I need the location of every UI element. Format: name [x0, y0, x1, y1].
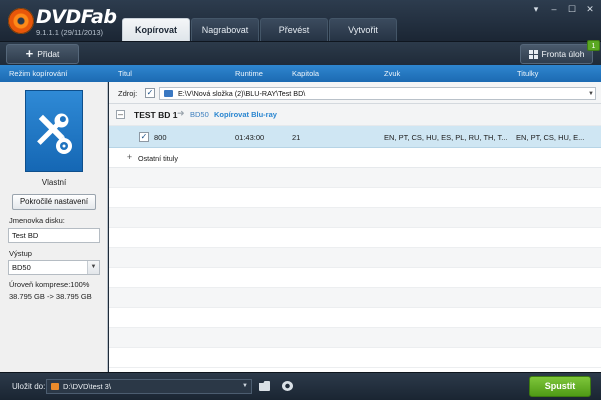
iso-disc-icon[interactable] — [282, 381, 293, 391]
runtime-column-header[interactable]: Runtime — [235, 69, 263, 78]
maximize-icon[interactable]: ☐ — [565, 3, 579, 15]
title-group-row[interactable]: – TEST BD 1 ➜ BD50 Kopírovat Blu-ray — [109, 104, 601, 126]
start-button[interactable]: Spustit — [529, 376, 591, 397]
empty-row — [109, 268, 601, 288]
save-path: D:\DVD\test 3\ — [63, 382, 111, 391]
add-button-label: Přidat — [37, 49, 60, 59]
empty-row — [109, 188, 601, 208]
title-list: Zdroj: ✓ E:\V\Nová složka (2)\BLU-RAY\Te… — [109, 82, 601, 372]
add-button[interactable]: + Přidat — [6, 44, 79, 64]
minimize-icon[interactable]: – — [547, 3, 561, 15]
output-label: Výstup — [9, 249, 32, 258]
column-header: Režim kopírování Titul Runtime Kapitola … — [0, 65, 601, 82]
app-logo: DVDFab 9.1.1.1 (29/11/2013) — [8, 4, 118, 38]
empty-row — [109, 248, 601, 268]
title-group-mode: Kopírovat Blu-ray — [214, 110, 277, 119]
customize-tools-icon — [37, 113, 72, 154]
track-subtitles[interactable]: EN, PT, CS, HU, E... — [516, 133, 584, 142]
source-select[interactable]: E:\V\Nová složka (2)\BLU-RAY\Test BD\ ▼ — [159, 87, 596, 100]
title-bar: DVDFab 9.1.1.1 (29/11/2013) Kopírovat Na… — [0, 0, 601, 41]
tab-converter[interactable]: Převést — [260, 18, 328, 41]
close-icon[interactable]: ✕ — [583, 3, 597, 15]
chevron-down-icon[interactable]: ▼ — [87, 261, 99, 274]
track-runtime: 01:43:00 — [235, 133, 265, 142]
source-checkbox[interactable]: ✓ — [145, 88, 155, 98]
tab-copy[interactable]: Kopírovat — [122, 18, 190, 41]
copy-mode-name: Vlastní — [41, 178, 67, 187]
logo-text: DVDFab — [36, 6, 117, 28]
other-titles-row[interactable]: + Ostatní tituly — [109, 148, 601, 168]
empty-row — [109, 228, 601, 248]
subtitles-column-header[interactable]: Titulky — [517, 69, 538, 78]
window-controls: ▾ – ☐ ✕ — [529, 3, 597, 15]
collapse-icon[interactable]: – — [116, 110, 125, 119]
chevron-down-icon[interactable]: ▼ — [588, 89, 594, 100]
copy-mode-header: Režim kopírování — [9, 69, 68, 78]
tab-ripper[interactable]: Nagrabovat — [191, 18, 259, 41]
title-group-name: TEST BD 1 — [134, 110, 178, 120]
advanced-settings-button[interactable]: Pokročilé nastavení — [12, 194, 96, 210]
expand-icon[interactable]: + — [125, 153, 134, 162]
task-queue-label: Fronta úloh — [541, 49, 585, 59]
empty-row — [109, 308, 601, 328]
track-chapters: 21 — [292, 133, 301, 142]
title-column-header[interactable]: Titul — [118, 69, 132, 78]
copy-mode-tile[interactable] — [25, 90, 83, 172]
chevron-down-icon[interactable]: ▼ — [242, 380, 248, 393]
task-queue-button[interactable]: Fronta úloh — [520, 44, 593, 64]
save-to-label: Uložit do: — [12, 382, 46, 391]
size-info: 38.795 GB -> 38.795 GB — [9, 292, 92, 301]
output-select[interactable]: BD50 ▼ — [8, 260, 100, 275]
other-titles-label: Ostatní tituly — [138, 154, 178, 163]
plus-icon: + — [25, 46, 34, 61]
compression-level: Úroveň komprese:100% — [9, 280, 90, 289]
app-version: 9.1.1.1 (29/11/2013) — [36, 28, 103, 37]
toolbar: + Přidat Fronta úloh — [0, 41, 601, 65]
bottom-bar: Uložit do: D:\DVD\test 3\ ▼ Spustit — [0, 372, 601, 400]
volume-label-input[interactable]: Test BD — [8, 228, 100, 243]
empty-row — [109, 288, 601, 308]
source-row: Zdroj: ✓ E:\V\Nová složka (2)\BLU-RAY\Te… — [109, 82, 601, 104]
queue-count-badge: 1 — [587, 40, 600, 51]
title-group-target: BD50 — [190, 110, 209, 119]
save-path-select[interactable]: D:\DVD\test 3\ ▼ — [46, 379, 252, 394]
empty-row — [109, 208, 601, 228]
empty-row — [109, 348, 601, 368]
empty-row — [109, 328, 601, 348]
chapter-column-header[interactable]: Kapitola — [292, 69, 319, 78]
track-checkbox[interactable]: ✓ — [139, 132, 149, 142]
disc-logo-icon — [8, 8, 34, 34]
track-title: 800 — [154, 133, 167, 142]
open-folder-icon[interactable] — [259, 381, 270, 391]
source-path: E:\V\Nová složka (2)\BLU-RAY\Test BD\ — [178, 89, 306, 98]
table-row[interactable]: ✓ 800 01:43:00 21 EN, PT, CS, HU, ES, PL… — [109, 126, 601, 148]
main-tabs: Kopírovat Nagrabovat Převést Vytvořit — [122, 18, 398, 41]
volume-label: Jmenovka disku: — [9, 216, 65, 225]
audio-column-header[interactable]: Zvuk — [384, 69, 400, 78]
arrow-right-icon: ➜ — [177, 108, 185, 118]
folder-icon — [51, 383, 59, 390]
folder-icon — [164, 90, 173, 97]
output-select-value: BD50 — [12, 263, 31, 272]
track-audio[interactable]: EN, PT, CS, HU, ES, PL, RU, TH, T... — [384, 133, 508, 142]
source-label: Zdroj: — [118, 89, 138, 98]
empty-row — [109, 168, 601, 188]
queue-grid-icon — [528, 49, 538, 59]
menu-icon[interactable]: ▾ — [529, 3, 543, 15]
tab-creator[interactable]: Vytvořit — [329, 18, 397, 41]
copy-mode-panel: Vlastní Pokročilé nastavení Jmenovka dis… — [0, 82, 108, 372]
